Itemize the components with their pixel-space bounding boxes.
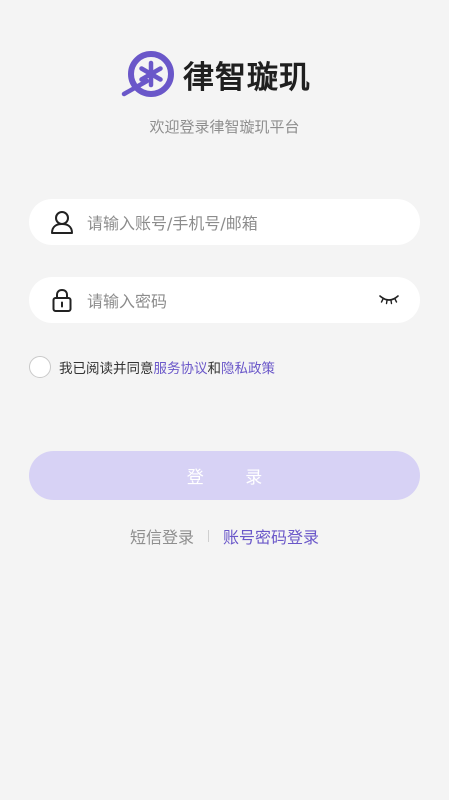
sms-login-link[interactable]: 短信登录 (130, 524, 194, 548)
privacy-policy-link[interactable]: 隐私政策 (221, 357, 275, 377)
agreement-row: 我已阅读并同意 服务协议 和 隐私政策 (29, 354, 275, 380)
account-input[interactable] (85, 207, 372, 239)
brand-name: 律智璇玑 (183, 59, 311, 96)
password-login-link[interactable]: 账号密码登录 (223, 524, 319, 548)
alt-login-row: 短信登录 账号密码登录 (0, 524, 449, 548)
eye-closed-icon[interactable] (378, 291, 400, 309)
lock-icon (49, 287, 75, 313)
login-button[interactable]: 登 录 (29, 451, 420, 500)
account-field[interactable] (29, 199, 420, 245)
password-input[interactable] (85, 285, 372, 317)
user-icon (49, 209, 75, 235)
agreement-conjunction: 和 (207, 361, 222, 377)
agreement-prefix: 我已阅读并同意 (59, 361, 154, 377)
service-agreement-link[interactable]: 服务协议 (154, 357, 208, 377)
logo-icon (121, 51, 174, 97)
agreement-checkbox[interactable] (29, 356, 51, 378)
welcome-text: 欢迎登录律智璇玑平台 (149, 118, 300, 136)
app-logo: 律智璇玑 (121, 48, 331, 100)
divider (208, 530, 209, 542)
password-field[interactable] (29, 277, 420, 323)
